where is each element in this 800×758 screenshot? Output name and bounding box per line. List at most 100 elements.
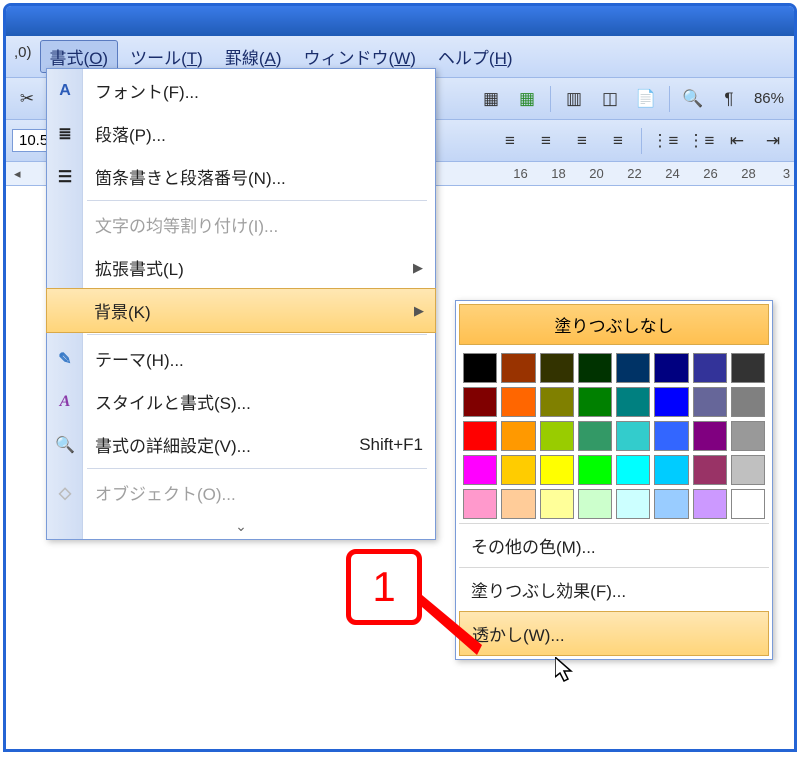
color-swatch[interactable] bbox=[540, 455, 574, 485]
color-swatch[interactable] bbox=[616, 387, 650, 417]
ruler-tick: 3 bbox=[779, 166, 794, 181]
toolbar-separator bbox=[669, 86, 670, 112]
color-swatch[interactable] bbox=[654, 353, 688, 383]
menu-item-distribute-chars: 文字の均等割り付け(I)... bbox=[47, 203, 435, 246]
toolbar-separator bbox=[550, 86, 551, 112]
ruler-tick: 26 bbox=[703, 166, 718, 181]
color-swatch[interactable] bbox=[578, 353, 612, 383]
color-swatch[interactable] bbox=[540, 353, 574, 383]
color-swatch[interactable] bbox=[693, 387, 727, 417]
chart-icon[interactable]: ◫ bbox=[595, 84, 625, 114]
toolbar-separator bbox=[641, 128, 642, 154]
menu-separator bbox=[87, 200, 427, 201]
paragraph-mark-icon[interactable]: ¶ bbox=[714, 84, 744, 114]
search-icon[interactable]: 🔍 bbox=[678, 84, 708, 114]
menu-help[interactable]: ヘルプ(H) bbox=[428, 40, 523, 73]
color-swatch[interactable] bbox=[501, 387, 535, 417]
color-swatch[interactable] bbox=[693, 489, 727, 519]
color-swatch[interactable] bbox=[731, 353, 765, 383]
cursor-icon bbox=[555, 657, 577, 685]
menu-item-label: フォント(F)... bbox=[95, 78, 199, 103]
document-icon[interactable]: 📄 bbox=[631, 84, 661, 114]
color-swatch[interactable] bbox=[578, 387, 612, 417]
numbered-list-icon[interactable]: ⋮≡ bbox=[650, 126, 680, 156]
background-submenu: 塗りつぶしなし その他の色(M)... 塗りつぶし効果(F)... 透かし(W)… bbox=[455, 300, 773, 660]
menu-item-paragraph[interactable]: ≣ 段落(P)... bbox=[47, 112, 435, 155]
format-dropdown: A フォント(F)... ≣ 段落(P)... ☰ 箇条書きと段落番号(N)..… bbox=[46, 68, 436, 540]
color-swatch[interactable] bbox=[578, 421, 612, 451]
color-swatch[interactable] bbox=[616, 489, 650, 519]
color-swatch[interactable] bbox=[501, 489, 535, 519]
table-icon[interactable]: ▦ bbox=[476, 84, 506, 114]
menu-item-label: 拡張書式(L) bbox=[95, 255, 184, 280]
menu-item-label: 背景(K) bbox=[94, 298, 151, 323]
columns-icon[interactable]: ▥ bbox=[559, 84, 589, 114]
annotation-pointer bbox=[422, 595, 502, 665]
color-swatch[interactable] bbox=[501, 353, 535, 383]
color-swatch[interactable] bbox=[616, 353, 650, 383]
color-swatch[interactable] bbox=[540, 421, 574, 451]
color-swatch[interactable] bbox=[654, 489, 688, 519]
color-swatch[interactable] bbox=[501, 455, 535, 485]
color-swatch[interactable] bbox=[654, 421, 688, 451]
align-center-icon[interactable]: ≡ bbox=[567, 126, 597, 156]
menu-separator bbox=[87, 468, 427, 469]
menu-item-background[interactable]: 背景(K) ▶ bbox=[46, 288, 436, 333]
color-swatch[interactable] bbox=[693, 353, 727, 383]
color-swatch[interactable] bbox=[731, 489, 765, 519]
object-icon: ◇ bbox=[53, 481, 77, 505]
indent-icon[interactable]: ⇥ bbox=[758, 126, 788, 156]
color-swatch[interactable] bbox=[463, 387, 497, 417]
excel-icon[interactable]: ▦ bbox=[512, 84, 542, 114]
color-swatch[interactable] bbox=[731, 387, 765, 417]
menu-item-format-detail[interactable]: 🔍 書式の詳細設定(V)... Shift+F1 bbox=[47, 423, 435, 466]
color-swatch[interactable] bbox=[654, 455, 688, 485]
bullets-icon: ☰ bbox=[53, 165, 77, 189]
expand-menu-chevron-icon[interactable]: ⌄ bbox=[47, 514, 435, 539]
align-right-icon[interactable]: ≡ bbox=[603, 126, 633, 156]
zoom-value[interactable]: 86% bbox=[750, 88, 788, 109]
title-bar bbox=[6, 6, 794, 36]
outdent-icon[interactable]: ⇤ bbox=[722, 126, 752, 156]
color-swatch[interactable] bbox=[578, 489, 612, 519]
menu-item-label: テーマ(H)... bbox=[95, 346, 184, 371]
color-swatch[interactable] bbox=[654, 387, 688, 417]
color-swatch[interactable] bbox=[463, 455, 497, 485]
bullet-list-icon[interactable]: ⋮≡ bbox=[686, 126, 716, 156]
color-swatch[interactable] bbox=[463, 421, 497, 451]
annotation-number: 1 bbox=[372, 563, 395, 611]
color-swatch[interactable] bbox=[540, 489, 574, 519]
ruler-marker[interactable]: ◂ bbox=[14, 166, 21, 182]
watermark-item[interactable]: 透かし(W)... bbox=[459, 611, 769, 656]
color-swatch[interactable] bbox=[731, 455, 765, 485]
color-swatch[interactable] bbox=[693, 421, 727, 451]
color-swatch[interactable] bbox=[616, 421, 650, 451]
color-swatch[interactable] bbox=[731, 421, 765, 451]
menu-item-styles[interactable]: A スタイルと書式(S)... bbox=[47, 380, 435, 423]
menu-item-theme[interactable]: ✎ テーマ(H)... bbox=[47, 337, 435, 380]
color-swatch[interactable] bbox=[578, 455, 612, 485]
color-swatch[interactable] bbox=[463, 353, 497, 383]
magnifier-icon: 🔍 bbox=[53, 433, 77, 457]
color-swatch[interactable] bbox=[540, 387, 574, 417]
align-distribute-icon[interactable]: ≡ bbox=[495, 126, 525, 156]
color-swatch[interactable] bbox=[693, 455, 727, 485]
no-fill-button[interactable]: 塗りつぶしなし bbox=[459, 304, 769, 345]
fill-effects-item[interactable]: 塗りつぶし効果(F)... bbox=[459, 567, 769, 611]
color-swatch[interactable] bbox=[501, 421, 535, 451]
color-grid bbox=[459, 349, 769, 523]
ruler-tick: 24 bbox=[665, 166, 680, 181]
align-left-icon[interactable]: ≡ bbox=[531, 126, 561, 156]
ruler-tick: 18 bbox=[551, 166, 566, 181]
color-swatch[interactable] bbox=[463, 489, 497, 519]
styles-icon: A bbox=[53, 390, 77, 414]
menu-item-label: 段落(P)... bbox=[95, 121, 166, 146]
color-swatch[interactable] bbox=[616, 455, 650, 485]
cut-icon[interactable]: ✂ bbox=[12, 84, 42, 114]
more-colors-item[interactable]: その他の色(M)... bbox=[459, 523, 769, 567]
menu-item-extended-format[interactable]: 拡張書式(L) ▶ bbox=[47, 246, 435, 289]
menu-item-label: 箇条書きと段落番号(N)... bbox=[95, 164, 286, 189]
menu-item-font[interactable]: A フォント(F)... bbox=[47, 69, 435, 112]
ruler-tick: 16 bbox=[513, 166, 528, 181]
menu-item-bullets[interactable]: ☰ 箇条書きと段落番号(N)... bbox=[47, 155, 435, 198]
